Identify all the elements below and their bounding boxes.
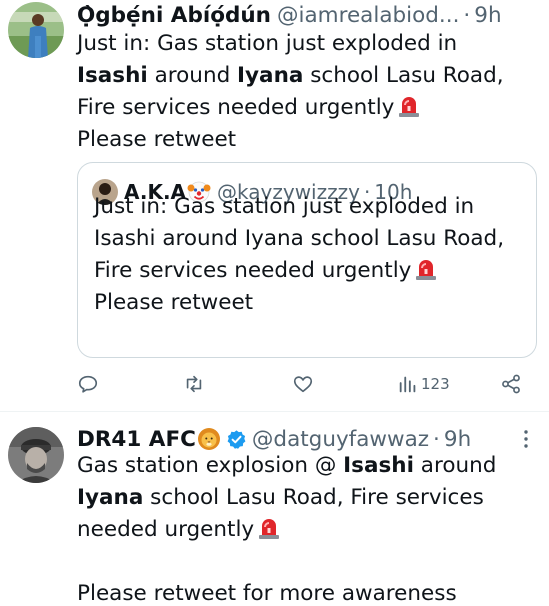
share-button[interactable]	[500, 373, 522, 395]
text-line: Please retweet	[94, 290, 254, 315]
text-segment: around	[147, 63, 238, 88]
action-bar: 123	[77, 370, 537, 398]
retweet-button[interactable]	[183, 373, 205, 395]
text-line: needed urgently	[77, 514, 541, 546]
timestamp[interactable]: 9h	[444, 427, 471, 452]
text-segment: Please retweet for more awareness	[77, 581, 457, 606]
text-segment: Please retweet	[77, 127, 237, 152]
author-name[interactable]: DR41 AFC	[77, 427, 196, 452]
reply-icon	[78, 375, 98, 393]
tweet-header: Ọ̀gbẹ́ni Abíọ́dún @iamrealabiod... · 9h	[77, 0, 539, 30]
text-segment: Gas station explosion @	[77, 453, 344, 478]
text-line: Isashi around Iyana school Lasu Road,	[94, 226, 505, 251]
bold-text: Isashi	[343, 453, 414, 478]
text-line: Iyana school Lasu Road, Fire services	[77, 482, 541, 514]
text-line: Please retweet	[77, 124, 541, 156]
share-icon	[502, 374, 520, 394]
tweet-text: Just in: Gas station just exploded in Is…	[77, 28, 541, 156]
like-button[interactable]	[292, 373, 314, 395]
text-line: Just in: Gas station just exploded in	[94, 194, 475, 219]
tweet[interactable]: DR41 AFC @datguyfawwaz · 9h Gas station …	[0, 411, 549, 606]
text-segment: Fire services needed urgently	[94, 258, 412, 283]
text-line: Isashi around Iyana school Lasu Road,	[77, 60, 541, 92]
text-line: Gas station explosion @ Isashi around	[77, 450, 541, 482]
verified-badge	[227, 429, 246, 449]
police-car-light-emoji	[415, 256, 437, 280]
author-handle[interactable]: @datguyfawwaz	[252, 427, 429, 452]
lion-face-emoji	[197, 428, 220, 450]
more-vertical-icon[interactable]	[513, 426, 539, 452]
retweet-icon	[186, 375, 202, 393]
reply-button[interactable]	[77, 373, 99, 395]
text-line: Please retweet for more awareness	[77, 578, 541, 606]
quote-text: Just in: Gas station just exploded in Is…	[94, 191, 526, 319]
separator-dot: ·	[433, 426, 440, 452]
tweet[interactable]: Ọ̀gbẹ́ni Abíọ́dún @iamrealabiod... · 9h …	[0, 0, 549, 411]
separator-dot: ·	[463, 2, 471, 28]
text-segment: Just in: Gas station just exploded in	[77, 31, 458, 56]
text-line: Just in: Gas station just exploded in	[77, 28, 541, 60]
quoted-tweet[interactable]: A.K.A @kayzywizzzy · 10h Just in: Gas st…	[77, 162, 537, 358]
bold-text: Iyana	[77, 485, 144, 510]
views-count: 123	[421, 375, 450, 393]
views-icon	[399, 376, 416, 393]
police-car-light-emoji	[258, 515, 280, 539]
author-name[interactable]: Ọ̀gbẹ́ni Abíọ́dún	[77, 3, 271, 28]
author-handle[interactable]: @iamrealabiod...	[277, 3, 459, 28]
timestamp[interactable]: 9h	[474, 3, 501, 28]
text-segment: school Lasu Road, Fire services	[143, 485, 484, 510]
text-line: Fire services needed urgently	[77, 92, 541, 124]
text-line: Fire services needed urgently	[94, 255, 526, 287]
avatar[interactable]	[8, 427, 64, 483]
text-segment: needed urgently	[77, 517, 255, 542]
text-segment: school Lasu Road,	[303, 63, 504, 88]
avatar[interactable]	[8, 2, 64, 58]
police-car-light-emoji	[398, 93, 420, 117]
bold-text: Isashi	[77, 63, 148, 88]
heart-icon	[293, 376, 313, 393]
text-segment: around	[413, 453, 497, 478]
bold-text: Iyana	[237, 63, 304, 88]
text-segment: Fire services needed urgently	[77, 95, 395, 120]
views-button[interactable]: 123	[397, 373, 450, 395]
tweet-text: Gas station explosion @ Isashi around Iy…	[77, 450, 541, 606]
